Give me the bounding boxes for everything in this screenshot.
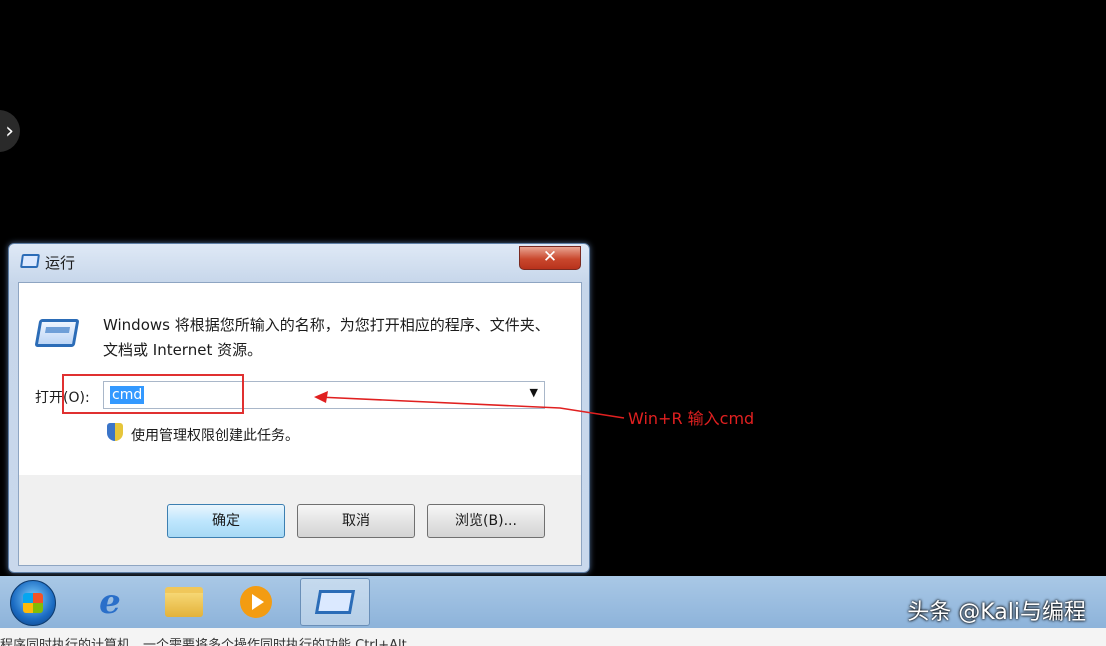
media-player-icon [240, 586, 272, 618]
caption-text: 程序同时执行的计算机，一个需要将多个操作同时执行的功能 Ctrl+Alt [0, 638, 407, 646]
ie-icon: e [99, 582, 121, 622]
taskbar-media-player[interactable] [224, 578, 288, 626]
annotation-arrow [314, 391, 625, 419]
taskbar: e 头条 @Kali与编程 [0, 576, 1106, 628]
annotation-text: Win+R 输入cmd [628, 409, 755, 428]
folder-icon [165, 587, 203, 617]
taskbar-explorer[interactable] [152, 578, 216, 626]
start-button[interactable] [10, 580, 56, 626]
taskbar-ie[interactable]: e [78, 578, 142, 626]
taskbar-run[interactable] [300, 578, 370, 626]
run-icon [314, 590, 356, 614]
watermark: 头条 @Kali与编程 [907, 600, 1086, 625]
bottom-caption-strip: 程序同时执行的计算机，一个需要将多个操作同时执行的功能 Ctrl+Alt [0, 628, 1106, 646]
